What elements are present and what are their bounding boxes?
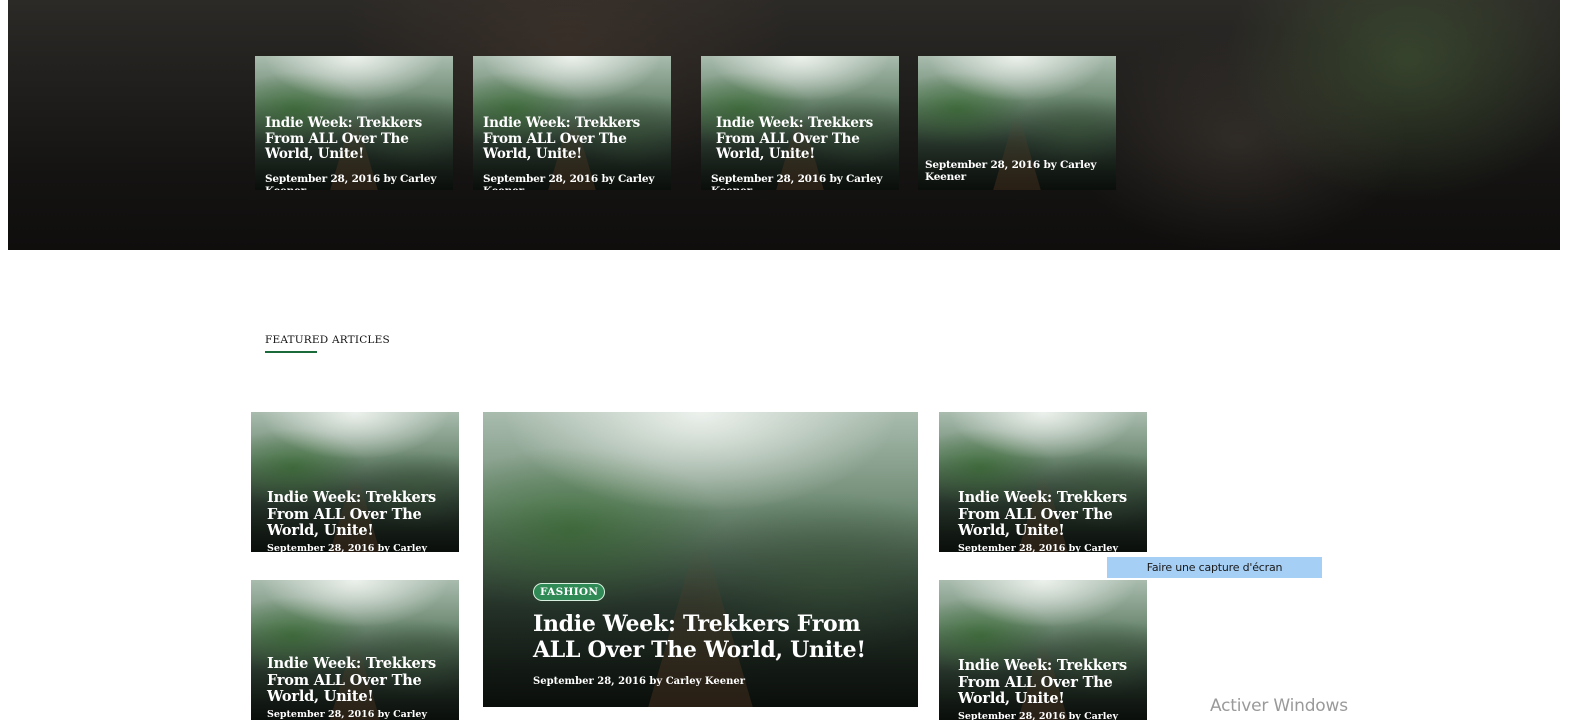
post-title[interactable]: Indie Week: Trekkers From ALL Over The W… bbox=[265, 115, 447, 163]
post-title[interactable]: Indie Week: Trekkers From ALL Over The W… bbox=[958, 657, 1139, 708]
post-title[interactable]: Indie Week: Trekkers From ALL Over The W… bbox=[533, 611, 898, 664]
post-title[interactable]: Indie Week: Trekkers From ALL Over The W… bbox=[483, 115, 665, 163]
hero-post-card[interactable]: Indie Week: Trekkers From ALL Over The W… bbox=[255, 56, 453, 190]
hero-post-card[interactable]: Indie Week: Trekkers From ALL Over The W… bbox=[473, 56, 671, 190]
hero-post-card[interactable]: September 28, 2016 by Carley Keener bbox=[918, 56, 1116, 190]
section-heading: FEATURED ARTICLES bbox=[265, 334, 390, 346]
category-badge[interactable]: FASHION bbox=[533, 583, 606, 601]
windows-activation-watermark: Activer Windows bbox=[1210, 696, 1348, 716]
post-meta: September 28, 2016 by Carley Keener bbox=[267, 709, 427, 720]
featured-main-card[interactable]: FASHION Indie Week: Trekkers From ALL Ov… bbox=[483, 412, 918, 707]
post-title[interactable]: Indie Week: Trekkers From ALL Over The W… bbox=[267, 489, 451, 540]
post-title[interactable] bbox=[925, 116, 1110, 149]
featured-post-card[interactable]: Indie Week: Trekkers From ALL Over The W… bbox=[251, 412, 459, 552]
post-title[interactable]: Indie Week: Trekkers From ALL Over The W… bbox=[267, 655, 451, 706]
featured-post-card[interactable]: Indie Week: Trekkers From ALL Over The W… bbox=[251, 580, 459, 720]
post-meta: September 28, 2016 by Carley Keener bbox=[483, 172, 655, 190]
featured-post-card[interactable]: Indie Week: Trekkers From ALL Over The W… bbox=[939, 580, 1147, 720]
post-meta: September 28, 2016 by Carley Keener bbox=[958, 711, 1118, 720]
post-title[interactable]: Indie Week: Trekkers From ALL Over The W… bbox=[958, 489, 1139, 540]
heading-underline bbox=[265, 351, 317, 353]
post-meta: September 28, 2016 by Carley Keener bbox=[711, 172, 883, 190]
hero-post-card[interactable]: Indie Week: Trekkers From ALL Over The W… bbox=[701, 56, 899, 190]
post-meta: September 28, 2016 by Carley Keener bbox=[267, 543, 427, 552]
featured-post-card[interactable]: Indie Week: Trekkers From ALL Over The W… bbox=[939, 412, 1147, 552]
screenshot-tooltip[interactable]: Faire une capture d'écran bbox=[1107, 557, 1322, 578]
post-meta: September 28, 2016 by Carley Keener bbox=[925, 159, 1097, 183]
post-meta: September 28, 2016 by Carley Keener bbox=[533, 675, 745, 687]
post-meta: September 28, 2016 by Carley Keener bbox=[958, 543, 1118, 552]
post-title[interactable]: Indie Week: Trekkers From ALL Over The W… bbox=[716, 115, 893, 163]
post-meta: September 28, 2016 by Carley Keener bbox=[265, 172, 437, 190]
